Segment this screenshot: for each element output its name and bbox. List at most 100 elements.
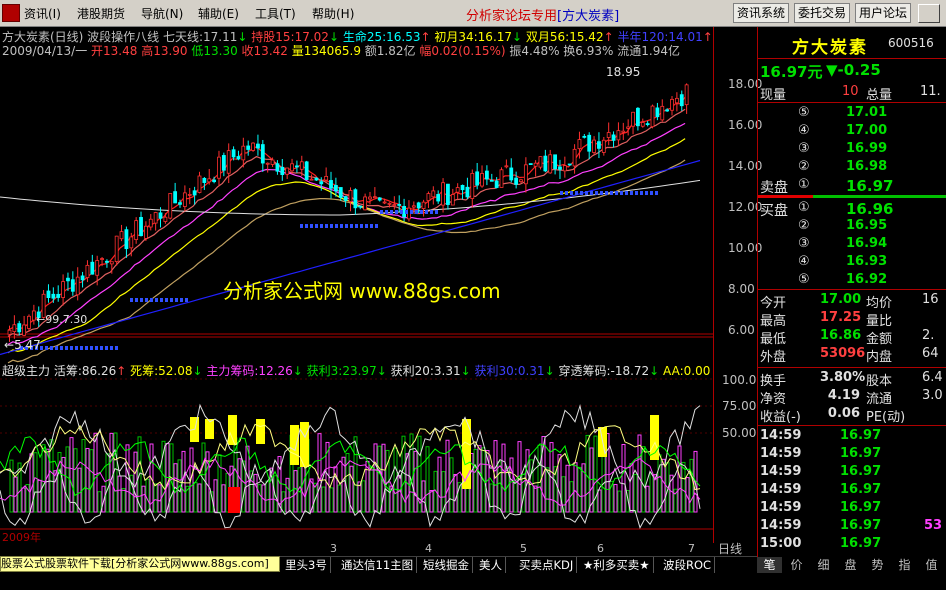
low-annotation-label: ←5.47: [4, 338, 41, 352]
candle-body: [504, 165, 509, 168]
stat-row: 收益(-) 0.06 PE(动): [760, 406, 946, 425]
indicator-bar: [677, 445, 682, 513]
indicator-bar: [217, 454, 222, 513]
panel-tab[interactable]: 值: [919, 557, 944, 573]
stat-label: 金额: [866, 332, 893, 347]
ohlc-value: 低13.30: [191, 44, 242, 58]
stat-label: PE(动): [866, 410, 906, 425]
panel-tab[interactable]: 势: [865, 557, 890, 573]
candle-body: [143, 225, 148, 239]
formula-tab[interactable]: 买卖点KDJ: [516, 557, 578, 573]
order-price: 17.00: [846, 123, 888, 138]
divider: [758, 425, 946, 426]
ohlc-value: 开13.48: [91, 44, 142, 58]
tick-row: 14:59 16.97 53: [760, 518, 946, 533]
formula-tab[interactable]: ★利多买卖★: [580, 557, 654, 573]
candle-body: [85, 264, 90, 278]
bid-ask-ratio: [758, 195, 813, 198]
forum-button[interactable]: 用户论坛: [855, 3, 912, 23]
order-price: 16.97: [846, 177, 894, 195]
order-price: 16.94: [846, 236, 888, 251]
current-vol-label: 现量: [760, 88, 787, 103]
formula-tab[interactable]: 通达信11主图: [338, 557, 418, 573]
current-vol: 10: [842, 84, 859, 99]
candle-body: [319, 181, 324, 185]
candle-body: [455, 187, 460, 193]
window-restore-button[interactable]: [918, 4, 940, 23]
forum-brand: 分析家论坛专用[方大炭素]: [466, 5, 619, 24]
info-system-button[interactable]: 资讯系统: [733, 3, 790, 23]
moving-average-line: [7, 138, 686, 354]
candle-body: [567, 163, 572, 166]
menu-item-assist[interactable]: 辅助(E): [198, 5, 239, 22]
indicator-bar: [317, 433, 322, 513]
panel-tab[interactable]: 价: [784, 557, 809, 573]
candle-body: [197, 175, 202, 193]
stat-row: 最低 16.86 金额 2.: [760, 328, 946, 347]
panel-tab[interactable]: 细: [811, 557, 836, 573]
stat-value: 3.0: [922, 388, 943, 403]
panel-tab[interactable]: 盘: [838, 557, 863, 573]
indicator-bar: [357, 481, 362, 513]
indicator-axis-label: 75.00: [722, 399, 757, 413]
menu-item-navigation[interactable]: 导航(N): [141, 5, 183, 22]
total-vol-label: 总量: [866, 88, 893, 103]
indicator-bar: [477, 445, 482, 513]
trade-button[interactable]: 委托交易: [794, 3, 851, 23]
formula-tab[interactable]: 里头3号: [282, 557, 331, 573]
indicator-bar: [501, 443, 506, 513]
candle-body: [626, 126, 631, 129]
indicator-value: ↑: [116, 364, 127, 378]
formula-tab[interactable]: 波段ROC: [660, 557, 716, 573]
stat-label: 内盘: [866, 350, 893, 365]
formula-tab[interactable]: 短线掘金: [420, 557, 473, 573]
stat-row: 净资 4.19 流通 3.0: [760, 388, 946, 407]
order-level: ②: [798, 218, 810, 233]
candle-body: [553, 154, 557, 170]
menu-item-info[interactable]: 资讯(I): [24, 5, 61, 22]
stat-value: 17.00: [820, 292, 862, 307]
candle-body: [114, 235, 119, 262]
candle-body: [519, 179, 523, 183]
candle-body: [416, 202, 421, 209]
order-level: ⑤: [798, 272, 810, 287]
price-axis-label: 8.00: [728, 282, 755, 296]
period-label[interactable]: 日线: [718, 540, 742, 557]
order-side-label: 买盘: [760, 203, 788, 219]
candle-body: [299, 161, 304, 170]
candle-body: [509, 167, 514, 181]
order-price: 16.99: [846, 141, 888, 156]
candle-body: [426, 193, 431, 201]
indicator-bar: [193, 481, 198, 513]
candle-body: [265, 162, 270, 165]
indicator-value: ↓: [292, 364, 303, 378]
candle-body: [450, 194, 455, 206]
indicator-value: 获利3:23.97: [302, 364, 377, 378]
candle-body: [251, 142, 255, 151]
candle-body: [601, 139, 606, 153]
quote-panel: 方大炭素 600516 16.97元 ▼-0.25 现量 10 总量 11. ⑤…: [757, 27, 946, 557]
indicator-bar: [329, 487, 334, 513]
stat-value: 2.: [922, 328, 935, 343]
indicator-bar: [113, 432, 118, 513]
menu-item-tools[interactable]: 工具(T): [255, 5, 296, 22]
stat-value: 53096: [820, 346, 866, 361]
panel-tab[interactable]: 笔: [757, 557, 782, 573]
indicator-bar: [649, 472, 654, 513]
candle-body: [22, 324, 27, 336]
candle-body: [226, 150, 231, 174]
tick-time: 14:59: [760, 464, 802, 479]
panel-tab[interactable]: 指: [892, 557, 917, 573]
time-tick-5: 5: [520, 542, 527, 555]
candle-body: [523, 164, 528, 185]
time-axis-start: 2009年: [2, 531, 41, 544]
indicator-bar: [593, 435, 598, 513]
tick-price: 16.97: [840, 536, 882, 551]
main-chart-area: 方大炭素(日线) 波段操作八线 七天线:17.11↓ 持股15:17.02↓ 生…: [0, 27, 713, 555]
menu-item-help[interactable]: 帮助(H): [312, 5, 354, 22]
menu-item-hk-futures[interactable]: 港股期货: [77, 5, 125, 22]
candle-body: [465, 186, 470, 198]
high-annotation: 18.95: [606, 65, 641, 79]
download-banner[interactable]: 股票公式股票软件下载[分析家公式网www.88gs.com]: [0, 556, 280, 572]
formula-tab[interactable]: 美人: [476, 557, 506, 573]
